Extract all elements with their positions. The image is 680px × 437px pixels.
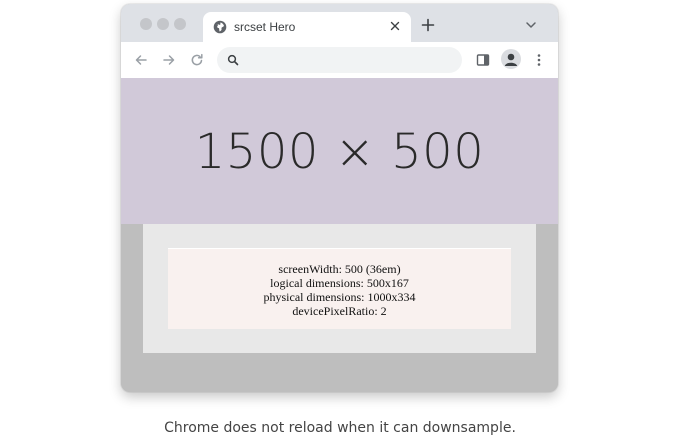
physical-dimensions-line: physical dimensions: 1000x334 — [263, 290, 416, 304]
screen-width-line: screenWidth: 500 (36em) — [278, 262, 401, 276]
maximize-window-button[interactable] — [174, 18, 186, 30]
tab-strip: srcset Hero — [121, 4, 558, 42]
tab-title: srcset Hero — [234, 20, 296, 34]
profile-avatar[interactable] — [501, 49, 521, 69]
new-tab-icon[interactable] — [421, 18, 435, 32]
globe-icon — [213, 20, 227, 34]
forward-icon[interactable] — [161, 52, 177, 68]
more-menu-icon[interactable] — [531, 52, 547, 68]
tab-srcset-hero[interactable]: srcset Hero — [203, 12, 411, 42]
address-bar[interactable] — [217, 47, 462, 73]
hero-dimensions-text: 1500 × 500 — [194, 124, 485, 180]
profile-icon — [504, 53, 518, 66]
logical-dimensions-line: logical dimensions: 500x167 — [270, 276, 409, 290]
page-content: 1500 × 500 screenWidth: 500 (36em) logic… — [121, 78, 558, 392]
back-icon[interactable] — [133, 52, 149, 68]
hero-image: 1500 × 500 — [121, 78, 558, 224]
reload-icon[interactable] — [189, 52, 205, 68]
info-box: screenWidth: 500 (36em) logical dimensio… — [168, 248, 511, 329]
side-panel-icon[interactable] — [475, 52, 491, 68]
search-icon — [227, 54, 239, 66]
close-window-button[interactable] — [140, 18, 152, 30]
chevron-down-icon[interactable] — [525, 20, 537, 30]
address-input[interactable] — [245, 51, 445, 69]
minimize-window-button[interactable] — [157, 18, 169, 30]
figure-caption: Chrome does not reload when it can downs… — [164, 420, 516, 436]
device-pixel-ratio-line: devicePixelRatio: 2 — [292, 304, 387, 318]
browser-window: srcset Hero 1500 × 500 screenWidth: 500 … — [121, 4, 558, 392]
toolbar — [121, 42, 558, 78]
viewport-frame: screenWidth: 500 (36em) logical dimensio… — [143, 224, 536, 353]
close-tab-icon[interactable] — [387, 18, 403, 34]
